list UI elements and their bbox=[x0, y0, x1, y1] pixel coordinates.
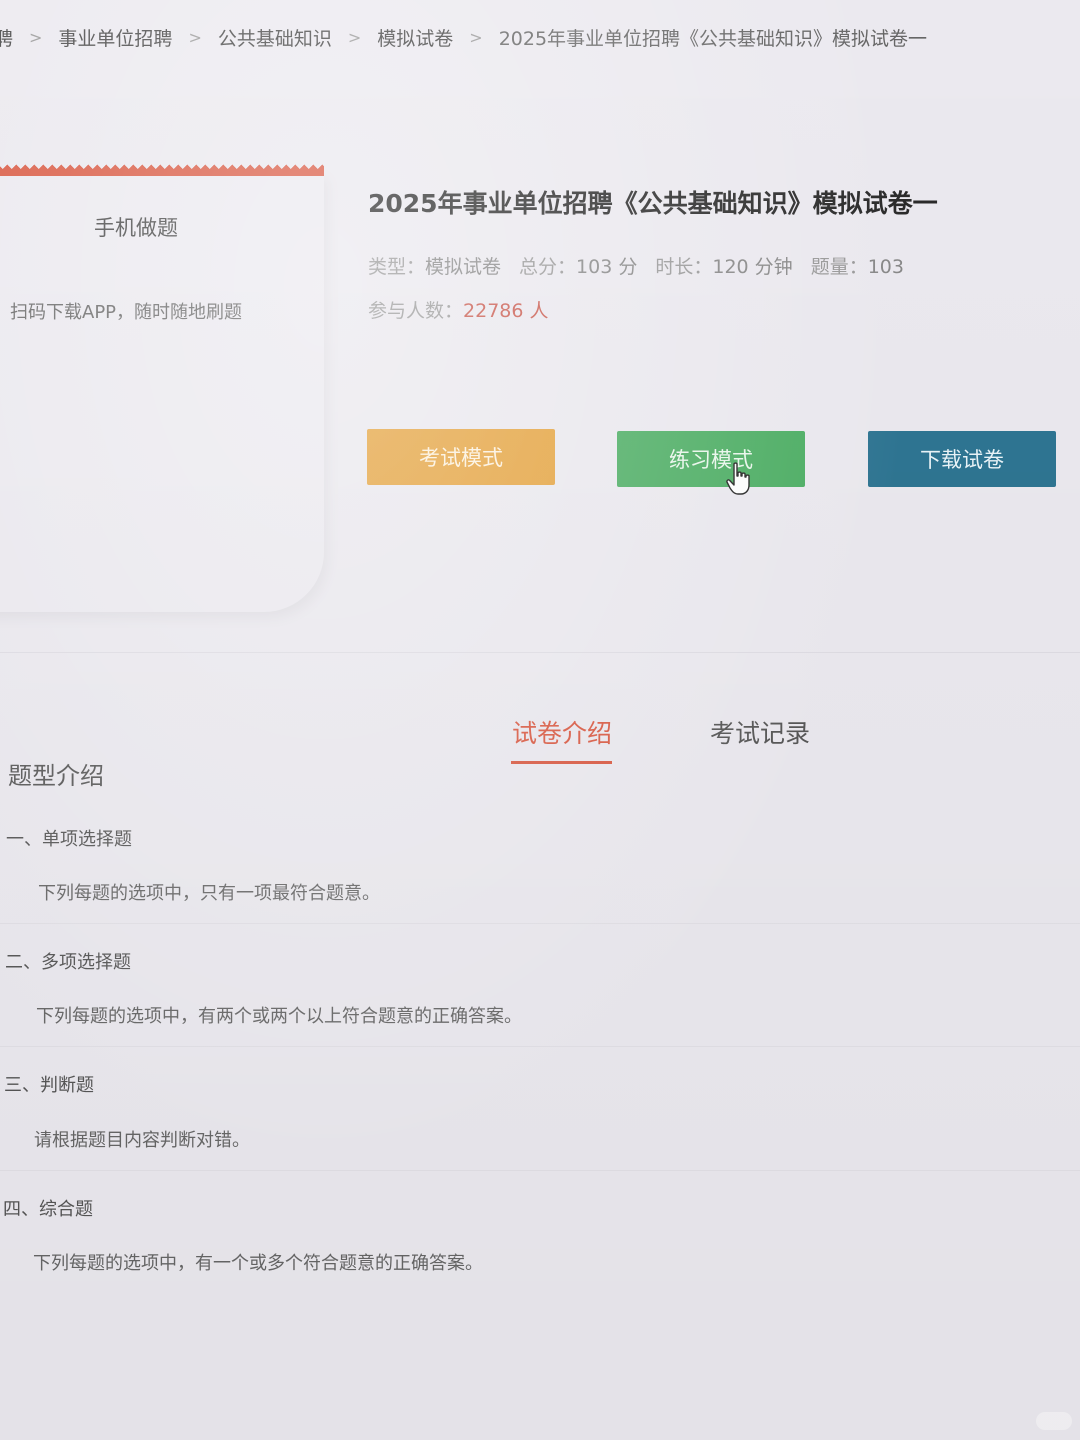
exam-duration: 时长：120 分钟 bbox=[655, 252, 792, 279]
row-divider bbox=[0, 1170, 1080, 1171]
breadcrumb-item-mock-papers[interactable]: 模拟试卷 bbox=[377, 24, 453, 51]
breadcrumb-separator: > bbox=[469, 27, 483, 47]
exam-duration-label: 时长： bbox=[655, 256, 713, 278]
exam-count-value: 103 bbox=[867, 256, 904, 278]
question-type-title: 三、判断题 bbox=[4, 1075, 94, 1096]
section-divider bbox=[0, 652, 1080, 653]
exam-type: 类型：模拟试卷 bbox=[368, 252, 501, 279]
exam-score-label: 总分： bbox=[519, 256, 577, 278]
tab-paper-intro[interactable]: 试卷介绍 bbox=[512, 714, 612, 750]
question-type-title: 二、多项选择题 bbox=[5, 952, 131, 973]
row-divider bbox=[0, 1046, 1080, 1047]
breadcrumb: 聘 > 事业单位招聘 > 公共基础知识 > 模拟试卷 > 2025年事业单位招聘… bbox=[0, 22, 927, 52]
exam-mode-button[interactable]: 考试模式 bbox=[367, 429, 555, 485]
watermark bbox=[1036, 1412, 1072, 1430]
practice-mode-button[interactable]: 练习模式 bbox=[617, 431, 805, 487]
exam-score-value: 103 分 bbox=[576, 256, 638, 278]
row-divider bbox=[0, 923, 1080, 924]
breadcrumb-separator: > bbox=[347, 27, 362, 47]
active-tab-indicator bbox=[511, 761, 612, 764]
exam-type-value: 模拟试卷 bbox=[425, 256, 502, 278]
tab-exam-record[interactable]: 考试记录 bbox=[710, 714, 810, 750]
question-type-description: 下列每题的选项中，只有一项最符合题意。 bbox=[38, 883, 380, 904]
card-top-border bbox=[0, 173, 324, 176]
exam-count: 题量：103 bbox=[811, 252, 904, 279]
breadcrumb-item-public-institution[interactable]: 事业单位招聘 bbox=[58, 24, 172, 51]
breadcrumb-item-current: 2025年事业单位招聘《公共基础知识》模拟试卷一 bbox=[498, 27, 928, 50]
participants-label: 参与人数： bbox=[368, 300, 464, 322]
exam-participants: 参与人数：22786 人 bbox=[368, 296, 549, 323]
exam-count-label: 题量： bbox=[810, 256, 868, 278]
mobile-practice-title: 手机做题 bbox=[94, 216, 178, 240]
question-type-description: 下列每题的选项中，有一个或多个符合题意的正确答案。 bbox=[33, 1253, 483, 1274]
participants-count: 22786 人 bbox=[463, 300, 549, 322]
breadcrumb-item-public-knowledge[interactable]: 公共基础知识 bbox=[218, 24, 332, 51]
mobile-practice-card: 手机做题 扫码下载APP，随时随地刷题 bbox=[0, 164, 324, 612]
exam-score: 总分：103 分 bbox=[519, 252, 637, 279]
question-type-title: 四、综合题 bbox=[3, 1199, 93, 1220]
question-type-title: 一、单项选择题 bbox=[6, 829, 132, 850]
exam-meta: 类型：模拟试卷 总分：103 分 时长：120 分钟 题量：103 bbox=[368, 252, 904, 279]
hand-pointer-icon bbox=[726, 462, 750, 495]
breadcrumb-separator: > bbox=[188, 27, 202, 47]
breadcrumb-separator: > bbox=[29, 27, 43, 47]
exam-duration-value: 120 分钟 bbox=[712, 256, 793, 278]
exam-type-label: 类型： bbox=[368, 256, 426, 278]
download-paper-button[interactable]: 下载试卷 bbox=[868, 431, 1056, 487]
mobile-practice-description: 扫码下载APP，随时随地刷题 bbox=[10, 302, 243, 323]
exam-title: 2025年事业单位招聘《公共基础知识》模拟试卷一 bbox=[368, 189, 938, 218]
question-type-description: 下列每题的选项中，有两个或两个以上符合题意的正确答案。 bbox=[36, 1006, 522, 1027]
breadcrumb-item-recruit[interactable]: 聘 bbox=[0, 24, 13, 51]
question-type-description: 请根据题目内容判断对错。 bbox=[34, 1130, 250, 1151]
question-types-heading: 题型介绍 bbox=[8, 762, 104, 790]
